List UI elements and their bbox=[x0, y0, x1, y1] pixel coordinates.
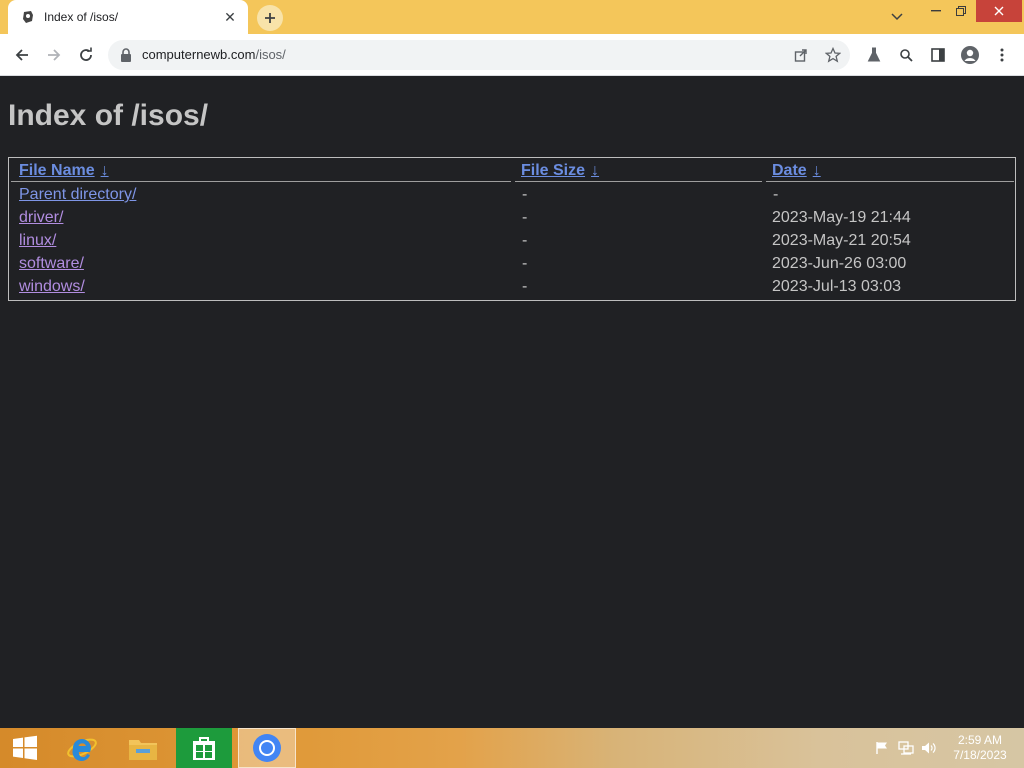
directory-listing-table: File Name ↓ File Size ↓ Date ↓ Parent direc… bbox=[8, 157, 1016, 301]
file-size: - bbox=[522, 278, 528, 295]
column-header-date[interactable]: Date ↓ bbox=[772, 162, 821, 180]
file-size: - bbox=[522, 209, 528, 226]
zoom-search-icon[interactable] bbox=[893, 42, 919, 68]
labs-flask-icon[interactable] bbox=[861, 42, 887, 68]
chrome-icon bbox=[253, 734, 281, 762]
browser-tab-strip: Index of /isos/ ✕ bbox=[0, 0, 1024, 34]
browser-tab[interactable]: Index of /isos/ ✕ bbox=[8, 0, 248, 34]
file-date: 2023-May-19 21:44 bbox=[772, 209, 911, 226]
taskbar-file-explorer[interactable] bbox=[115, 728, 171, 768]
close-window-icon[interactable] bbox=[976, 0, 1022, 22]
bookmark-star-icon[interactable] bbox=[824, 46, 842, 64]
sort-arrow-icon: ↓ bbox=[812, 162, 821, 179]
file-size: - bbox=[522, 186, 528, 203]
tab-search-icon[interactable] bbox=[886, 6, 908, 28]
file-link-parent-directory[interactable]: Parent directory/ bbox=[19, 186, 136, 204]
file-link-windows[interactable]: windows/ bbox=[19, 278, 85, 296]
tab-title: Index of /isos/ bbox=[44, 10, 119, 24]
column-header-file-size[interactable]: File Size ↓ bbox=[521, 162, 599, 180]
restore-icon[interactable] bbox=[946, 0, 976, 22]
file-link-software[interactable]: software/ bbox=[19, 255, 84, 273]
browser-toolbar: computernewb.com/isos/ bbox=[0, 34, 1024, 76]
close-tab-icon[interactable]: ✕ bbox=[222, 9, 238, 25]
header-divider bbox=[515, 181, 762, 182]
sort-arrow-icon: ↓ bbox=[100, 162, 109, 179]
start-button[interactable] bbox=[0, 728, 50, 768]
file-link-driver[interactable]: driver/ bbox=[19, 209, 63, 227]
page-heading: Index of /isos/ bbox=[8, 99, 209, 132]
windows-logo-icon bbox=[13, 735, 37, 760]
new-tab-button[interactable] bbox=[257, 5, 283, 31]
file-date: - bbox=[773, 186, 779, 203]
share-icon[interactable] bbox=[792, 46, 810, 64]
header-divider bbox=[766, 181, 1014, 182]
file-size: - bbox=[522, 232, 528, 249]
side-panel-icon[interactable] bbox=[925, 42, 951, 68]
column-header-label: Date bbox=[772, 162, 807, 179]
file-date: 2023-May-21 20:54 bbox=[772, 232, 911, 249]
profile-avatar-icon[interactable] bbox=[957, 42, 983, 68]
column-header-label: File Size bbox=[521, 162, 586, 179]
ie-icon bbox=[67, 738, 97, 762]
column-header-file-name[interactable]: File Name ↓ bbox=[19, 162, 109, 180]
column-header-label: File Name bbox=[19, 162, 95, 179]
forward-icon[interactable] bbox=[41, 42, 67, 68]
file-date: 2023-Jun-26 03:00 bbox=[772, 255, 907, 272]
store-icon bbox=[176, 728, 232, 768]
back-icon[interactable] bbox=[9, 42, 35, 68]
windows-taskbar: 2:59 AM 7/18/2023 bbox=[0, 728, 1024, 768]
taskbar-clock[interactable]: 2:59 AM 7/18/2023 bbox=[946, 733, 1014, 763]
address-bar[interactable]: computernewb.com/isos/ bbox=[108, 40, 850, 70]
clock-time: 2:59 AM bbox=[957, 733, 1003, 747]
url-text[interactable]: computernewb.com/isos/ bbox=[142, 47, 286, 62]
clock-date: 7/18/2023 bbox=[953, 748, 1007, 762]
action-center-flag-icon[interactable] bbox=[874, 740, 890, 756]
url-path: /isos/ bbox=[255, 47, 286, 62]
file-link-linux[interactable]: linux/ bbox=[19, 232, 56, 250]
network-icon[interactable] bbox=[898, 740, 914, 756]
reload-icon[interactable] bbox=[73, 42, 99, 68]
sort-arrow-icon: ↓ bbox=[591, 162, 600, 179]
page-content: Index of /isos/ File Name ↓ File Size ↓ Da… bbox=[0, 77, 1024, 728]
file-date: 2023-Jul-13 03:03 bbox=[772, 278, 901, 295]
lock-icon[interactable] bbox=[120, 48, 132, 62]
url-host: computernewb.com bbox=[142, 47, 256, 62]
site-favicon-icon bbox=[20, 9, 36, 25]
file-size: - bbox=[522, 255, 528, 272]
folder-icon bbox=[129, 740, 157, 760]
header-divider bbox=[11, 181, 511, 182]
taskbar-store[interactable] bbox=[176, 728, 232, 768]
taskbar-chrome[interactable] bbox=[238, 728, 296, 768]
more-menu-icon[interactable] bbox=[989, 42, 1015, 68]
taskbar-internet-explorer[interactable] bbox=[54, 728, 110, 768]
volume-icon[interactable] bbox=[921, 740, 937, 756]
